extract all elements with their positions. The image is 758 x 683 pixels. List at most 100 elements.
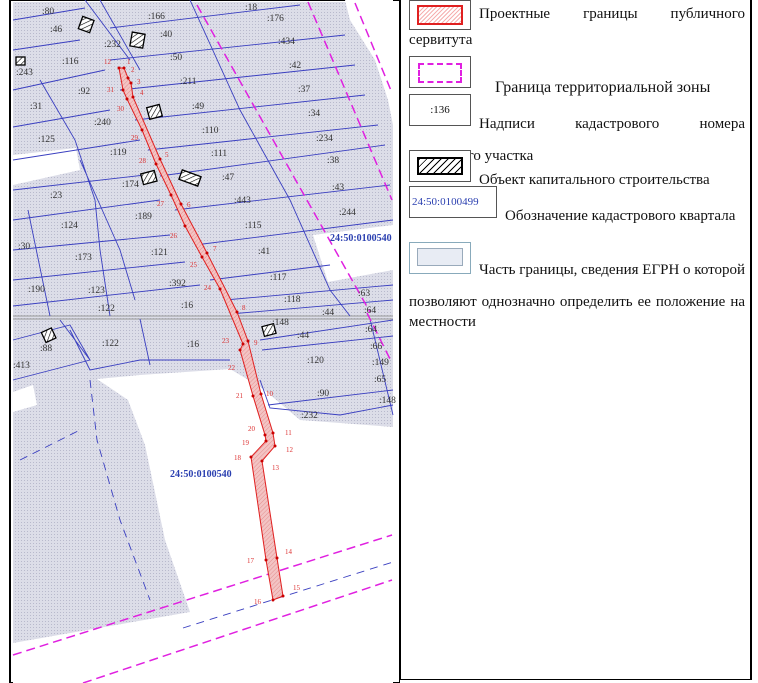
parcel-number-label: :244 [339,208,356,218]
legend-item-zone: Граница территориальной зоны [409,56,745,96]
parcel-number-label: :40 [160,30,172,40]
quarter-label: 24:50:0100540 [170,469,232,480]
servitude-point-label: 25 [190,261,198,269]
parcel-number-label: :111 [211,149,227,159]
parcel-number-label: :149 [372,358,389,368]
servitude-point-label: 11 [285,429,292,437]
servitude-point-label: 29 [131,134,139,142]
servitude-point-label: 12 [286,446,294,454]
parcel-number-label: :125 [38,135,55,145]
parcel-number-label: :121 [151,248,168,258]
parcel-number-label: :63 [358,289,370,299]
parcel-number-label: :18 [245,3,257,13]
parcel-number-label: :47 [222,173,234,183]
quarter-label: 24:50:0100540 [330,233,392,244]
parcel-number-label: :16 [181,301,193,311]
servitude-point-label: 7 [213,245,217,253]
servitude-point-label: 22 [228,364,236,372]
servitude-point-label: 4 [140,89,144,97]
parcel-number-label: :49 [192,102,204,112]
parcel-number-label: :38 [327,156,339,166]
servitude-point-label: 16 [254,598,262,606]
parcel-number-label: :64 [364,306,376,316]
parcel-number-label: :110 [202,126,219,136]
servitude-point-label: 30 [117,105,125,113]
parcel-number-sample: :136 [409,94,471,126]
servitude-point-label: 9 [254,339,258,347]
servitude-point-label: 26 [170,232,178,240]
servitude-point-label: 19 [242,439,250,447]
parcel-number-label: :66 [370,342,382,352]
parcel-number-label: :88 [40,344,52,354]
cadastral-map: 1234567891011121314151617181920212223242… [9,0,400,683]
parcel-number-label: :118 [284,295,301,305]
parcel-number-label: :44 [297,331,309,341]
parcel-number-label: :120 [307,356,324,366]
parcel-number-label: :174 [122,180,139,190]
parcel-number-label: :119 [110,148,127,158]
servitude-point-label: 12 [104,58,112,66]
servitude-point-label: 27 [157,200,165,208]
servitude-swatch-icon [409,0,471,30]
parcel-number-label: :122 [98,304,115,314]
parcel-number-label: :43 [332,183,344,193]
servitude-point-label: 8 [242,304,246,312]
servitude-point-label: 14 [285,548,293,556]
parcel-number-label: :124 [61,221,78,231]
parcel-number-label: :42 [289,61,301,71]
servitude-point-label: 28 [139,157,147,165]
parcel-number-label: :34 [308,109,320,119]
egrn-swatch-icon [409,242,471,274]
parcel-number-label: :116 [62,57,79,67]
servitude-point-label: 24 [204,284,212,292]
servitude-point-label: 17 [247,557,255,565]
servitude-point-label: 10 [266,390,274,398]
parcel-number-label: :232 [104,40,121,50]
building-swatch-icon [409,150,471,182]
legend: Проектные границы публичного сервитута Г… [400,0,752,680]
quarter-sample: 24:50:0100499 [409,186,497,218]
parcel-number-label: :16 [187,340,199,350]
parcel-number-label: :123 [88,286,105,296]
parcel-number-label: :234 [316,134,333,144]
parcel-number-label: :117 [270,273,287,283]
servitude-point-label: 18 [234,454,242,462]
parcel-number-label: :65 [374,375,386,385]
legend-item-servitude: Проектные границы публичного сервитута [409,0,745,50]
parcel-number-label: :115 [245,221,262,231]
servitude-point-label: 21 [236,392,244,400]
parcel-number-label: :189 [135,212,152,222]
servitude-point-label: 3 [137,78,141,86]
parcel-number-label: :90 [317,389,329,399]
servitude-point-label: 20 [248,425,256,433]
parcel-number-label: :443 [234,196,251,206]
parcel-number-label: :31 [30,102,42,112]
parcel-number-label: :240 [94,118,111,128]
parcel-number-label: :50 [170,53,182,63]
parcel-number-label: :148 [272,318,289,328]
legend-item-quarter: 24:50:0100499Обозначение кадастрового кв… [409,186,745,224]
parcel-number-label: :44 [322,308,334,318]
zone-boundary-swatch-icon [409,56,471,88]
parcel-number-label: :166 [148,12,165,22]
legend-item-building: Объект капитального строительства [409,150,745,188]
legend-item-egrn: Часть границы, сведения ЕГРН о которой п… [409,242,745,330]
servitude-point-label: 13 [272,464,280,472]
servitude-point-label: 5 [165,151,169,159]
servitude-point-label: 6 [187,201,191,209]
parcel-number-label: :190 [28,285,45,295]
parcel-number-label: :211 [180,77,197,87]
parcel-number-label: :148 [379,396,396,406]
parcel-number-label: :92 [78,87,90,97]
parcel-number-label: :37 [298,85,310,95]
parcel-number-label: :232 [301,411,318,421]
parcel-number-label: :122 [102,339,119,349]
parcel-number-label: :46 [50,25,62,35]
parcel-number-label: :173 [75,253,92,263]
parcel-number-label: :64 [365,325,377,335]
parcel-number-label: :176 [267,14,284,24]
servitude-point-label: 31 [107,86,115,94]
servitude-point-label: 2 [131,66,135,74]
legend-item-parcel-number: :136Надписи кадастрового номера земельно… [409,94,745,164]
parcel-number-label: :80 [42,7,54,17]
